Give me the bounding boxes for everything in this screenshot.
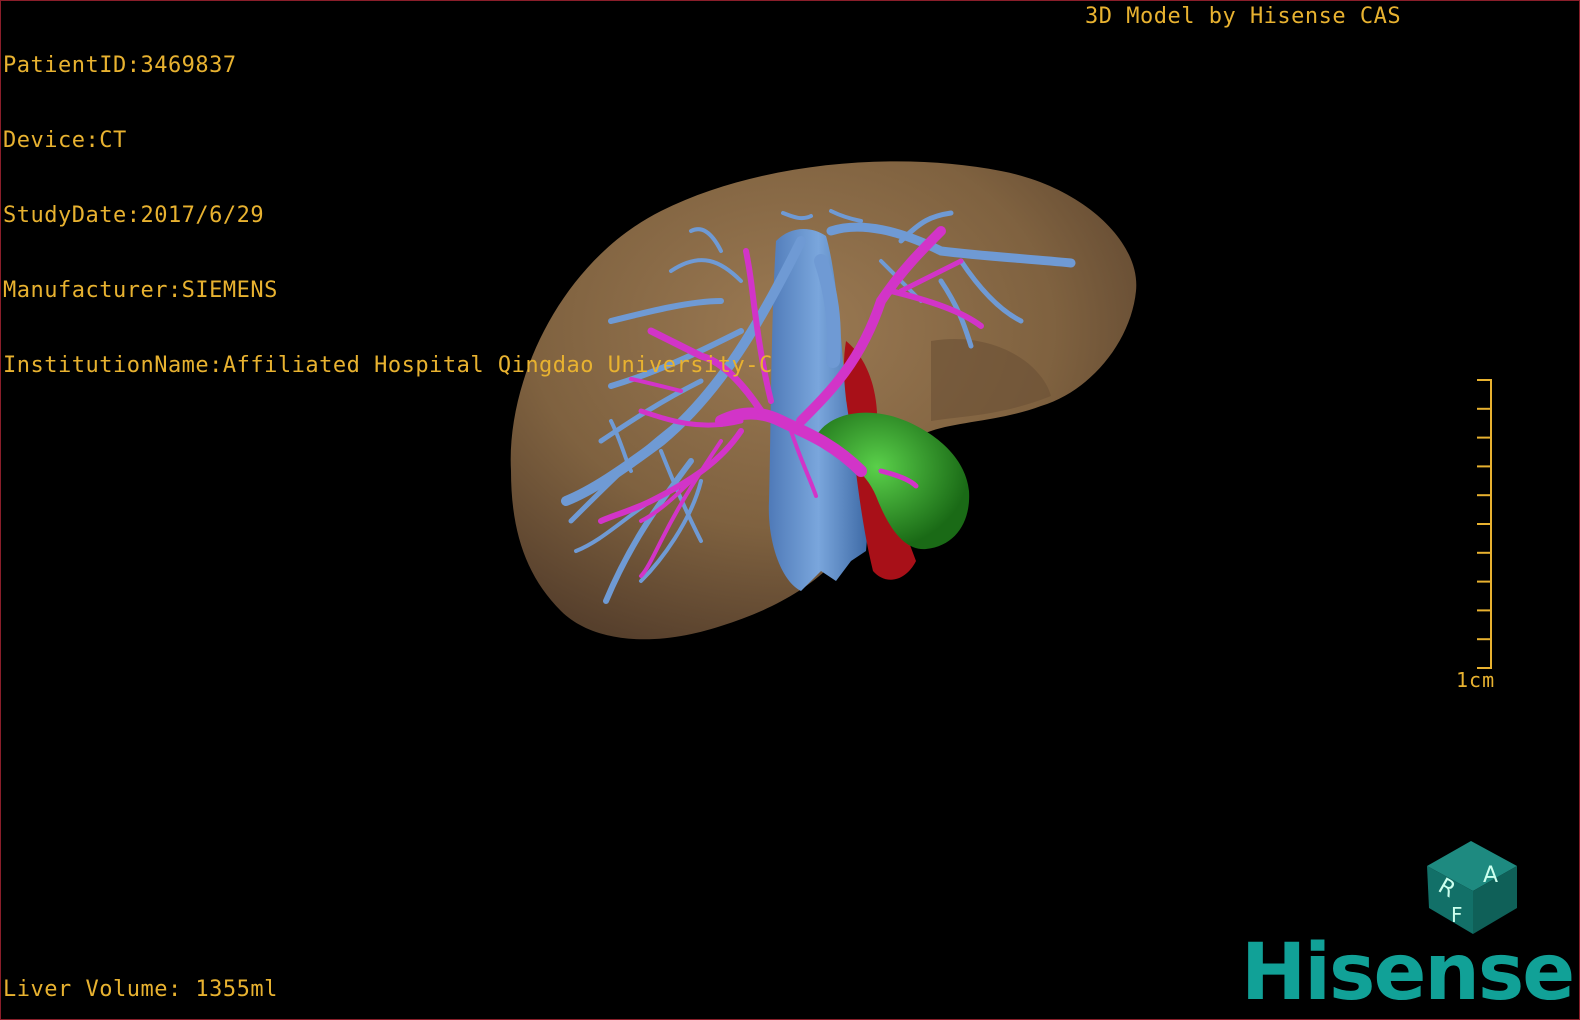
cube-face-a: A — [1483, 863, 1498, 888]
orientation-cube[interactable]: R A F — [1421, 836, 1521, 936]
cube-face-f: F — [1451, 903, 1463, 927]
scale-label: 1cm — [1456, 668, 1496, 692]
3d-viewport[interactable]: PatientID:3469837 Device:CT StudyDate:20… — [0, 0, 1580, 1020]
liver-volume: Liver Volume: 1355ml — [3, 977, 278, 1002]
manufacturer: Manufacturer:SIEMENS — [3, 278, 278, 303]
institution-name: InstitutionName:Affiliated Hospital Qing… — [3, 353, 773, 378]
model-brand-text: 3D Model by Hisense CAS — [1085, 4, 1402, 29]
study-date: StudyDate:2017/6/29 — [3, 203, 265, 228]
hisense-logo: Hisense — [1241, 928, 1575, 1018]
patient-id: PatientID:3469837 — [3, 53, 237, 78]
dicom-info-block: PatientID:3469837 Device:CT StudyDate:20… — [3, 3, 773, 428]
device: Device:CT — [3, 128, 127, 153]
scale-bar — [1477, 379, 1492, 669]
